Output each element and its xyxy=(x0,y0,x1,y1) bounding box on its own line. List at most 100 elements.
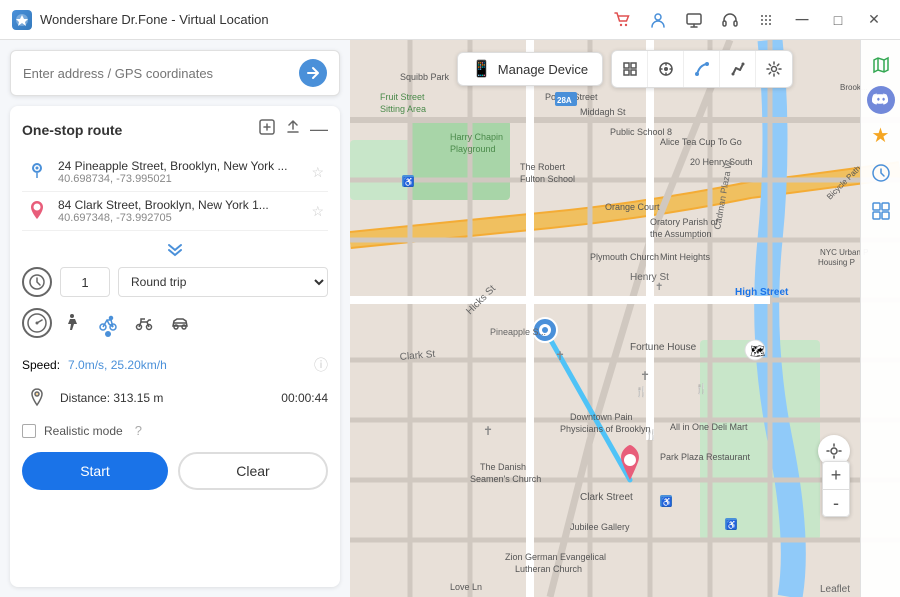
realistic-mode-label: Realistic mode xyxy=(44,424,123,438)
manage-device-button[interactable]: 📱 Manage Device xyxy=(457,52,603,86)
joystick-mode-btn[interactable] xyxy=(648,51,684,87)
scan-mode-btn[interactable] xyxy=(612,51,648,87)
svg-text:Plymouth Church: Plymouth Church xyxy=(590,252,659,262)
speed-meter-icon xyxy=(22,308,52,338)
svg-text:Orange Court: Orange Court xyxy=(605,202,660,212)
route-header-icons: — xyxy=(258,118,328,141)
import-icon[interactable] xyxy=(258,118,276,141)
loop-count-input[interactable]: 1 xyxy=(60,267,110,297)
map-toolbar: 📱 Manage Device xyxy=(350,50,900,88)
timer-icon xyxy=(22,267,52,297)
speed-info-icon[interactable]: ⓘ xyxy=(314,355,328,375)
svg-text:🍴: 🍴 xyxy=(695,382,707,395)
waypoint-end-icon xyxy=(26,199,50,223)
realistic-mode-checkbox[interactable] xyxy=(22,424,36,438)
svg-text:Alice Tea Cup To Go: Alice Tea Cup To Go xyxy=(660,137,742,147)
main-content: One-stop route — xyxy=(0,40,900,597)
path-mode-btn[interactable] xyxy=(720,51,756,87)
svg-text:All in One Deli Mart: All in One Deli Mart xyxy=(670,422,748,432)
svg-text:✝: ✝ xyxy=(483,424,493,438)
title-bar-right: ─ □ ✕ xyxy=(608,6,888,34)
search-input[interactable] xyxy=(23,66,299,81)
svg-text:✝: ✝ xyxy=(640,369,650,383)
double-chevron xyxy=(22,231,328,267)
clock-icon[interactable] xyxy=(864,156,898,190)
svg-text:Sitting Area: Sitting Area xyxy=(380,104,426,114)
realistic-mode-row: Realistic mode ? xyxy=(22,423,328,438)
waypoint-2-coords: 40.697348, -73.992705 xyxy=(58,212,303,224)
app-icon xyxy=(12,10,32,30)
svg-text:Public School 8: Public School 8 xyxy=(610,127,672,137)
toolbar-icons-group xyxy=(611,50,793,88)
svg-text:Lutheran Church: Lutheran Church xyxy=(515,564,582,574)
svg-text:Fortune House: Fortune House xyxy=(630,342,697,353)
svg-text:🗺: 🗺 xyxy=(750,344,765,358)
route-title: One-stop route xyxy=(22,122,122,138)
svg-text:Park Plaza Restaurant: Park Plaza Restaurant xyxy=(660,452,751,462)
search-go-button[interactable] xyxy=(299,59,327,87)
minimize-btn[interactable]: ─ xyxy=(788,6,816,34)
waypoint-2-address: 84 Clark Street, Brooklyn, New York 1... xyxy=(58,198,303,212)
maximize-btn[interactable]: □ xyxy=(824,6,852,34)
user-icon[interactable] xyxy=(644,6,672,34)
discord-icon[interactable] xyxy=(867,86,895,114)
right-sidebar: ★ xyxy=(860,40,900,597)
car-transport-btn[interactable] xyxy=(164,307,196,339)
waypoint-1-coords: 40.698734, -73.995021 xyxy=(58,173,303,185)
svg-text:Middagh St: Middagh St xyxy=(580,107,626,117)
start-button[interactable]: Start xyxy=(22,452,168,490)
cart-icon[interactable] xyxy=(608,6,636,34)
svg-text:Harry Chapin: Harry Chapin xyxy=(450,132,503,142)
monitor-icon[interactable] xyxy=(680,6,708,34)
controls-row: 1 Round trip One way Loop xyxy=(22,267,328,297)
waypoint-1-address: 24 Pineapple Street, Brooklyn, New York … xyxy=(58,159,303,173)
svg-text:Zion German Evangelical: Zion German Evangelical xyxy=(505,552,606,562)
map-pin-icon xyxy=(22,383,52,413)
title-bar: Wondershare Dr.Fone - Virtual Location xyxy=(0,0,900,40)
manage-device-label: Manage Device xyxy=(498,62,588,77)
distance-time: 00:00:44 xyxy=(281,391,328,405)
walk-transport-btn[interactable] xyxy=(56,307,88,339)
star-icon[interactable]: ★ xyxy=(864,118,898,152)
trip-mode-select[interactable]: Round trip One way Loop xyxy=(118,267,328,297)
svg-text:✝: ✝ xyxy=(555,349,565,363)
distance-label: Distance: 313.15 m xyxy=(60,391,163,405)
bike-transport-btn[interactable] xyxy=(92,307,124,339)
svg-text:✝: ✝ xyxy=(655,282,663,293)
grid-icon[interactable] xyxy=(864,194,898,228)
headphones-icon[interactable] xyxy=(716,6,744,34)
collapse-icon[interactable]: — xyxy=(310,119,328,140)
svg-text:♿: ♿ xyxy=(403,176,414,187)
export-icon[interactable] xyxy=(284,118,302,141)
svg-text:The Robert: The Robert xyxy=(520,162,566,172)
zoom-in-button[interactable]: + xyxy=(822,461,850,489)
distance-row: Distance: 313.15 m 00:00:44 xyxy=(22,383,328,413)
speed-row: Speed: 7.0m/s, 25.20km/h ⓘ xyxy=(22,355,328,375)
svg-text:the Assumption: the Assumption xyxy=(650,229,712,239)
scooter-transport-btn[interactable] xyxy=(128,307,160,339)
svg-text:Housing P: Housing P xyxy=(818,258,855,267)
menu-icon[interactable] xyxy=(752,6,780,34)
waypoint-start-icon xyxy=(26,160,50,184)
clear-button[interactable]: Clear xyxy=(178,452,328,490)
svg-text:28A: 28A xyxy=(557,96,572,105)
maps-icon[interactable] xyxy=(864,48,898,82)
waypoint-1-star[interactable]: ☆ xyxy=(311,164,324,181)
svg-text:20 Henry South: 20 Henry South xyxy=(690,157,753,167)
transport-row xyxy=(22,307,328,347)
settings-mode-btn[interactable] xyxy=(756,51,792,87)
realistic-help-icon[interactable]: ? xyxy=(135,423,142,438)
waypoint-1-info: 24 Pineapple Street, Brooklyn, New York … xyxy=(58,159,303,185)
svg-text:The Danish: The Danish xyxy=(480,462,526,472)
leaflet-attribution: Leaflet xyxy=(820,584,850,595)
map-background: Hicks St Henry St Clark St Pineapple S..… xyxy=(350,40,900,597)
map-area: Hicks St Henry St Clark St Pineapple S..… xyxy=(350,40,900,597)
waypoint-2-star[interactable]: ☆ xyxy=(311,203,324,220)
svg-text:🍴: 🍴 xyxy=(645,428,657,441)
zoom-out-button[interactable]: - xyxy=(822,489,850,517)
svg-text:Jubilee Gallery: Jubilee Gallery xyxy=(570,522,630,532)
svg-text:High Street: High Street xyxy=(735,287,789,298)
title-bar-left: Wondershare Dr.Fone - Virtual Location xyxy=(12,10,269,30)
route-mode-btn[interactable] xyxy=(684,51,720,87)
close-btn[interactable]: ✕ xyxy=(860,6,888,34)
